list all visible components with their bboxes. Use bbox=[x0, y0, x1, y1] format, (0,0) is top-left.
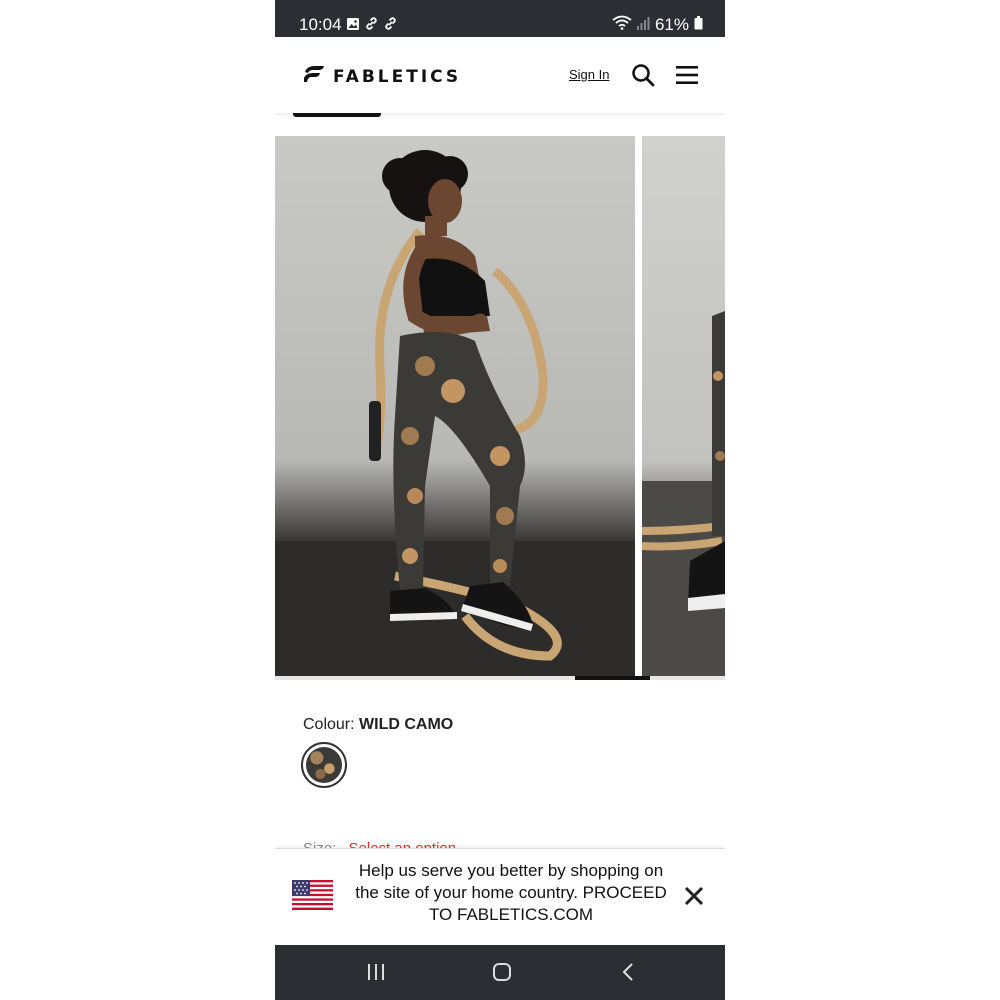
product-image-1[interactable] bbox=[275, 136, 635, 676]
phone-screen: 10:04 61% FABLETICS Sign In Colour: WILD… bbox=[275, 0, 725, 1000]
system-nav-bar bbox=[275, 944, 725, 1000]
back-icon[interactable] bbox=[621, 962, 635, 987]
image-icon bbox=[346, 16, 360, 36]
status-icons-right: 61% bbox=[612, 15, 703, 35]
battery-percentage: 61% bbox=[654, 15, 689, 34]
sign-in-link[interactable]: Sign In bbox=[569, 67, 609, 82]
link-icon bbox=[383, 16, 398, 36]
recent-apps-icon[interactable] bbox=[367, 962, 385, 987]
swatch-pattern bbox=[306, 747, 342, 783]
colour-value: WILD CAMO bbox=[359, 716, 454, 733]
gallery-scroll-thumb[interactable] bbox=[575, 676, 650, 680]
wifi-icon bbox=[612, 15, 632, 35]
colour-swatch-wild-camo[interactable] bbox=[301, 742, 347, 788]
search-icon[interactable] bbox=[631, 63, 655, 92]
us-flag-icon[interactable] bbox=[292, 880, 333, 910]
country-banner-message[interactable]: Help us serve you better by shopping on … bbox=[347, 860, 675, 926]
close-icon[interactable] bbox=[684, 886, 704, 911]
battery-icon bbox=[694, 15, 703, 35]
status-icons-left bbox=[346, 16, 398, 36]
home-icon[interactable] bbox=[492, 962, 512, 987]
product-image-2[interactable] bbox=[642, 136, 725, 676]
link-icon bbox=[364, 16, 379, 36]
menu-icon[interactable] bbox=[676, 65, 698, 90]
fabletics-logo-icon bbox=[303, 65, 325, 88]
product-gallery[interactable] bbox=[275, 136, 725, 676]
country-banner: Help us serve you better by shopping on … bbox=[275, 848, 725, 945]
colour-label-text: Colour: bbox=[303, 716, 355, 733]
status-bar: 10:04 61% bbox=[275, 0, 725, 37]
model-photo-illustration-2 bbox=[642, 311, 725, 676]
brand-name: FABLETICS bbox=[333, 66, 462, 87]
status-time: 10:04 bbox=[299, 15, 342, 34]
signal-icon bbox=[636, 15, 650, 35]
gallery-scroll-track[interactable] bbox=[275, 676, 725, 680]
model-photo-illustration bbox=[275, 150, 635, 676]
fabletics-logo[interactable]: FABLETICS bbox=[303, 65, 461, 88]
site-header: FABLETICS Sign In bbox=[275, 37, 725, 113]
colour-label: Colour: WILD CAMO bbox=[303, 716, 453, 734]
